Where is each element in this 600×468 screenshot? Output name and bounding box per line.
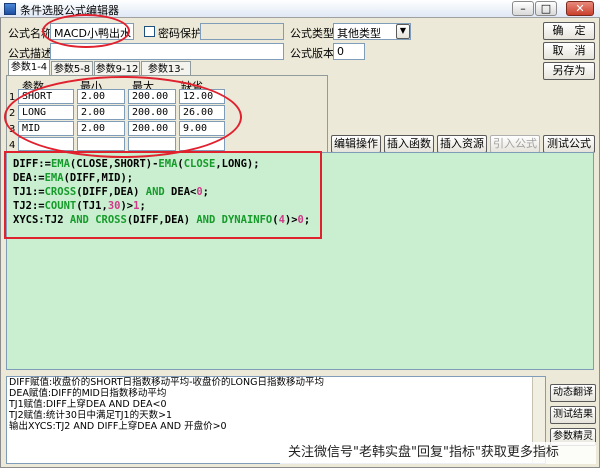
highlight-params-circle bbox=[4, 76, 242, 158]
explanation-line: DEA赋值:DIFF的MID日指数移动平均 bbox=[9, 388, 167, 399]
edit-ops-button[interactable]: 编辑操作 bbox=[331, 135, 381, 153]
test-result-button[interactable]: 测试结果 bbox=[550, 406, 596, 424]
chevron-down-icon[interactable]: ▼ bbox=[396, 24, 410, 39]
import-formula-button[interactable]: 引入公式 bbox=[490, 135, 540, 153]
ok-button[interactable]: 确 定 bbox=[543, 22, 595, 40]
param-row-number: 4 bbox=[9, 140, 16, 151]
explanation-line: 输出XYCS:TJ2 AND DIFF上穿DEA AND 开盘价>0 bbox=[9, 421, 227, 432]
app-icon bbox=[4, 3, 16, 15]
password-input[interactable] bbox=[200, 23, 284, 40]
maximize-icon[interactable]: □ bbox=[535, 1, 557, 16]
watermark-text: 关注微信号"老韩实盘"回复"指标"获取更多指标 bbox=[280, 442, 596, 464]
password-checkbox[interactable] bbox=[144, 26, 155, 37]
formula-version-label: 公式版本 bbox=[290, 47, 334, 60]
highlight-name-circle bbox=[42, 14, 130, 48]
formula-version-input[interactable]: 0 bbox=[333, 43, 365, 60]
close-icon[interactable]: ✕ bbox=[566, 1, 594, 16]
explanation-line: TJ1赋值:DIFF上穿DEA AND DEA<0 bbox=[9, 399, 167, 410]
save-as-button[interactable]: 另存为 bbox=[543, 62, 595, 80]
insert-function-button[interactable]: 插入函数 bbox=[384, 135, 434, 153]
test-formula-button[interactable]: 测试公式 bbox=[543, 135, 595, 153]
cancel-button[interactable]: 取 消 bbox=[543, 42, 595, 60]
dynamic-translate-button[interactable]: 动态翻译 bbox=[550, 384, 596, 402]
password-label: 密码保护 bbox=[158, 27, 202, 40]
minimize-icon[interactable]: – bbox=[512, 1, 534, 16]
highlight-code-rect bbox=[4, 151, 322, 239]
explanation-line: DIFF赋值:收盘价的SHORT日指数移动平均-收盘价的LONG日指数移动平均 bbox=[9, 377, 324, 388]
formula-type-label: 公式类型 bbox=[290, 27, 334, 40]
insert-resource-button[interactable]: 插入资源 bbox=[437, 135, 487, 153]
formula-type-value: 其他类型 bbox=[337, 27, 381, 40]
explanation-line: TJ2赋值:统计30日中满足TJ1的天数>1 bbox=[9, 410, 173, 421]
